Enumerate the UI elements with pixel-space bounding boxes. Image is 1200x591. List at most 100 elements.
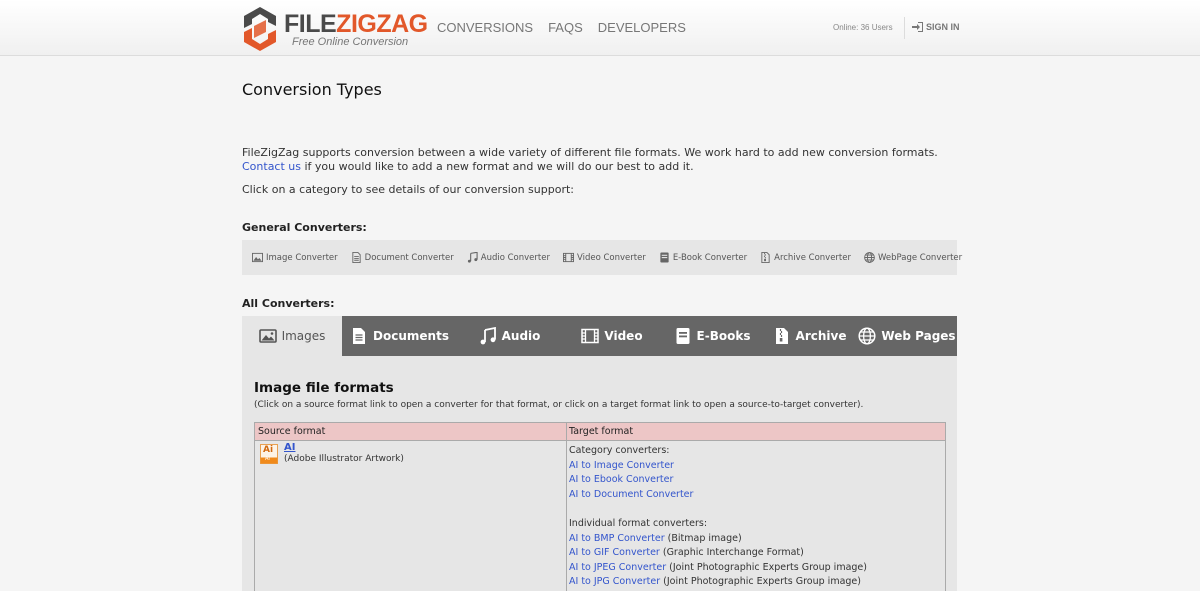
page-title: Conversion Types	[242, 80, 382, 99]
general-archive-converter-link[interactable]: Archive Converter	[760, 252, 851, 263]
general-converters-label: General Converters:	[242, 221, 367, 234]
source-format-cell: Ai AI AI (Adobe Illustrator Artwork)	[255, 441, 567, 591]
tab-archive[interactable]: Archive	[762, 316, 857, 356]
document-icon	[353, 328, 366, 344]
tab-web-pages[interactable]: Web Pages	[857, 316, 957, 356]
globe-icon	[858, 327, 876, 345]
intro-text: FileZigZag supports conversion between a…	[242, 146, 938, 159]
column-header-target: Target format	[569, 426, 634, 437]
ai-to-jpg-converter-link[interactable]: AI to JPG Converter	[569, 576, 660, 587]
nav-faqs[interactable]: FAQs	[548, 20, 583, 35]
archive-icon	[761, 252, 770, 263]
site-logo[interactable]: FILEZIGZAG Free Online Conversion	[242, 6, 428, 52]
general-ebook-converter-label: E-Book Converter	[672, 252, 748, 263]
site-header: FILEZIGZAG Free Online Conversion CONVER…	[0, 0, 1200, 56]
converter-tabs: Images Documents Audio Video E-Books Arc…	[242, 316, 957, 356]
general-audio-converter-label: Audio Converter	[480, 252, 550, 263]
tab-audio[interactable]: Audio	[457, 316, 562, 356]
list-item: AI to BMP Converter (Bitmap image)	[569, 532, 939, 547]
ai-to-document-converter-link[interactable]: AI to Document Converter	[569, 489, 693, 500]
logo-wordmark: FILEZIGZAG	[284, 10, 428, 39]
general-webpage-converter-label: WebPage Converter	[877, 252, 963, 263]
general-converters-bar: Image Converter Document Converter Audio…	[242, 240, 962, 275]
ai-to-ebook-converter-link[interactable]: AI to Ebook Converter	[569, 474, 673, 485]
general-audio-converter-link[interactable]: Audio Converter	[467, 252, 550, 263]
formats-table-header: Source format Target format	[255, 422, 945, 441]
ai-icon-label: Ai	[263, 445, 274, 455]
nav-conversions[interactable]: CONVERSIONS	[437, 20, 533, 35]
film-icon	[562, 252, 574, 263]
tab-images[interactable]: Images	[242, 316, 342, 356]
tab-documents-label: Documents	[373, 329, 449, 343]
tab-ebooks-label: E-Books	[696, 329, 751, 343]
image-icon	[258, 329, 277, 343]
category-converters-heading: Category converters:	[569, 445, 670, 456]
category-instruction: Click on a category to see details of ou…	[242, 183, 574, 196]
general-image-converter-label: Image Converter	[266, 252, 338, 263]
sign-in-icon	[912, 22, 923, 32]
film-icon	[581, 328, 600, 344]
logo-tagline: Free Online Conversion	[292, 36, 409, 48]
tab-ebooks[interactable]: E-Books	[662, 316, 762, 356]
list-item: AI to GIF Converter (Graphic Interchange…	[569, 546, 939, 561]
list-item: AI to JPG Converter (Joint Photographic …	[569, 575, 939, 590]
ai-to-gif-converter-link[interactable]: AI to GIF Converter	[569, 547, 660, 558]
online-users-count: Online: 36 Users	[833, 23, 893, 32]
target-format-cell: Category converters: AI to Image Convert…	[569, 444, 939, 590]
image-icon	[252, 252, 263, 263]
formats-table: Source format Target format Ai AI AI (Ad…	[254, 422, 946, 591]
tab-archive-label: Archive	[795, 329, 847, 343]
logo-file-text: FILE	[284, 10, 337, 38]
header-divider	[904, 17, 905, 39]
tab-documents[interactable]: Documents	[342, 316, 457, 356]
tab-video[interactable]: Video	[562, 316, 662, 356]
general-image-converter-link[interactable]: Image Converter	[252, 252, 338, 263]
general-ebook-converter-link[interactable]: E-Book Converter	[659, 252, 747, 263]
image-formats-panel: Image file formats (Click on a source fo…	[242, 356, 957, 591]
ai-icon-sub: AI	[265, 455, 270, 462]
intro-text-end: if you would like to add a new format an…	[301, 160, 694, 173]
general-document-converter-link[interactable]: Document Converter	[351, 252, 454, 263]
list-item: AI to JPEG Converter (Joint Photographic…	[569, 561, 939, 576]
jpeg-description: (Joint Photographic Experts Group image)	[666, 561, 867, 573]
contact-us-link[interactable]: Contact us	[242, 160, 301, 173]
document-icon	[352, 252, 361, 263]
intro-paragraph: FileZigZag supports conversion between a…	[242, 146, 962, 174]
general-archive-converter-label: Archive Converter	[774, 252, 851, 263]
music-icon	[480, 327, 496, 345]
book-icon	[660, 252, 669, 263]
ai-to-bmp-converter-link[interactable]: AI to BMP Converter	[569, 533, 665, 544]
tab-audio-label: Audio	[501, 329, 541, 343]
general-webpage-converter-link[interactable]: WebPage Converter	[864, 252, 962, 263]
individual-converters-heading: Individual format converters:	[569, 517, 708, 529]
panel-subtitle: (Click on a source format link to open a…	[254, 400, 864, 410]
source-format-description: (Adobe Illustrator Artwork)	[284, 454, 404, 464]
jpg-description: (Joint Photographic Experts Group image)	[660, 576, 861, 588]
archive-icon	[775, 328, 788, 344]
tab-web-pages-label: Web Pages	[881, 329, 956, 343]
tab-video-label: Video	[604, 329, 643, 343]
ai-to-jpeg-converter-link[interactable]: AI to JPEG Converter	[569, 562, 666, 573]
book-icon	[676, 328, 690, 344]
general-video-converter-link[interactable]: Video Converter	[562, 252, 646, 263]
source-format-link[interactable]: AI	[284, 442, 295, 453]
gif-description: (Graphic Interchange Format)	[659, 547, 804, 559]
all-converters-label: All Converters:	[242, 297, 335, 310]
general-document-converter-label: Document Converter	[364, 252, 454, 263]
panel-title: Image file formats	[254, 380, 394, 396]
bmp-description: (Bitmap image)	[664, 532, 742, 544]
column-header-source: Source format	[255, 422, 567, 441]
music-icon	[467, 252, 478, 263]
ai-to-image-converter-link[interactable]: AI to Image Converter	[569, 460, 674, 471]
sign-in-button[interactable]: SIGN IN	[912, 22, 960, 32]
general-video-converter-label: Video Converter	[576, 252, 646, 263]
main-nav: CONVERSIONS FAQs DEVELOPERS	[437, 20, 686, 35]
logo-zigzag-text: ZIGZAG	[336, 10, 428, 38]
logo-mark-icon	[244, 7, 276, 51]
globe-icon	[864, 252, 875, 263]
table-row: Ai AI AI (Adobe Illustrator Artwork) Cat…	[255, 441, 945, 591]
tab-images-label: Images	[281, 329, 326, 343]
nav-developers[interactable]: DEVELOPERS	[598, 20, 686, 35]
sign-in-label: SIGN IN	[926, 22, 960, 32]
